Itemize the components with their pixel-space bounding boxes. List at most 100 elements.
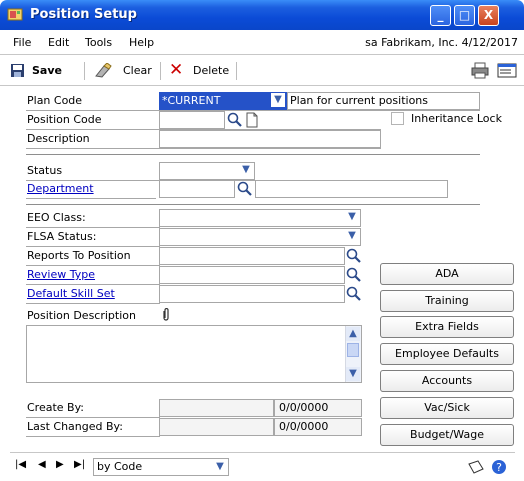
toolbar-separator [84, 62, 85, 80]
note-icon[interactable] [467, 459, 485, 475]
close-button[interactable]: X [478, 5, 499, 26]
help-icon[interactable]: ? [491, 459, 507, 475]
position-code-input[interactable] [159, 111, 225, 129]
close-icon: X [483, 8, 494, 22]
create-date-value: 0/0/0000 [279, 401, 329, 414]
accounts-button[interactable]: Accounts [380, 370, 514, 392]
create-by-field [159, 399, 274, 417]
default-skill-set-link[interactable]: Default Skill Set [27, 285, 115, 303]
plan-code-value: *CURRENT [162, 94, 221, 107]
position-description-label: Position Description [27, 309, 136, 322]
plan-description-text: Plan for current positions [290, 94, 428, 107]
position-setup-window: Position Setup _ □ X File Edit Tools Hel… [0, 0, 524, 481]
sort-order-dropdown[interactable]: by Code [93, 458, 229, 476]
flsa-status-label: FLSA Status: [27, 230, 97, 243]
plan-code-dropdown-arrow-icon[interactable]: ▼ [271, 93, 285, 107]
review-type-input[interactable] [159, 266, 345, 284]
ada-button[interactable]: ADA [380, 263, 514, 285]
sort-order-dropdown-arrow-icon[interactable]: ▼ [213, 460, 227, 474]
svg-text:?: ? [496, 461, 502, 474]
flsa-status-dropdown-arrow-icon[interactable]: ▼ [345, 229, 359, 243]
last-changed-by-field [159, 418, 274, 436]
last-record-icon[interactable]: ▶| [74, 459, 85, 470]
budget-wage-button[interactable]: Budget/Wage [380, 424, 514, 446]
delete-icon[interactable]: ✕ [169, 60, 183, 80]
toolbar-separator [236, 62, 237, 80]
print-icon[interactable] [471, 62, 489, 79]
attachment-paperclip-icon[interactable] [161, 308, 171, 322]
position-code-label: Position Code [27, 113, 102, 126]
position-description-textarea[interactable] [26, 325, 362, 383]
menu-edit[interactable]: Edit [48, 36, 69, 49]
divider [26, 436, 160, 437]
sort-order-value: by Code [97, 460, 143, 473]
reports-to-position-label: Reports To Position [27, 249, 131, 262]
first-record-icon[interactable]: |◀ [15, 459, 26, 470]
maximize-icon: □ [458, 8, 471, 22]
section-divider [26, 154, 480, 155]
divider [26, 198, 156, 199]
plan-description-field: Plan for current positions [287, 92, 480, 110]
review-type-lookup-icon[interactable] [346, 267, 362, 283]
status-dropdown-arrow-icon[interactable]: ▼ [239, 163, 253, 177]
menu-file[interactable]: File [13, 36, 31, 49]
next-record-icon[interactable]: ▶ [56, 459, 64, 470]
position-code-lookup-icon[interactable] [227, 112, 243, 128]
toolbar-separator [160, 62, 161, 80]
window-layout-icon[interactable] [497, 63, 517, 78]
bottom-divider [10, 452, 515, 453]
default-skill-set-input[interactable] [159, 285, 345, 303]
default-skill-set-lookup-icon[interactable] [346, 286, 362, 302]
department-input[interactable] [159, 180, 235, 198]
status-label: Status [27, 164, 63, 177]
title-bar: Position Setup _ □ X [0, 0, 524, 30]
extra-fields-button[interactable]: Extra Fields [380, 316, 514, 338]
divider [26, 303, 160, 304]
minimize-icon: _ [437, 8, 444, 22]
inheritance-lock-checkbox[interactable] [391, 112, 404, 125]
menu-help[interactable]: Help [129, 36, 154, 49]
eeo-class-dropdown[interactable] [159, 209, 361, 227]
flsa-status-dropdown[interactable] [159, 228, 361, 246]
plan-code-label: Plan Code [27, 94, 83, 107]
vac-sick-button[interactable]: Vac/Sick [380, 397, 514, 419]
save-button[interactable]: Save [32, 64, 62, 77]
divider [26, 148, 381, 149]
department-link[interactable]: Department [27, 180, 94, 198]
window-title: Position Setup [30, 7, 137, 22]
window-app-icon [7, 8, 23, 21]
description-label: Description [27, 132, 90, 145]
menu-tools[interactable]: Tools [85, 36, 112, 49]
description-input[interactable] [159, 130, 381, 148]
training-button[interactable]: Training [380, 290, 514, 312]
scroll-thumb[interactable] [347, 343, 359, 357]
create-by-label: Create By: [27, 401, 85, 414]
eeo-class-label: EEO Class: [27, 211, 86, 224]
previous-record-icon[interactable]: ◀ [38, 459, 46, 470]
user-company-date: sa Fabrikam, Inc. 4/12/2017 [365, 36, 518, 49]
scroll-up-arrow-icon[interactable]: ▲ [346, 327, 360, 341]
save-icon[interactable] [10, 63, 25, 78]
employee-defaults-button[interactable]: Employee Defaults [380, 343, 514, 365]
minimize-button[interactable]: _ [430, 5, 451, 26]
section-divider [26, 204, 480, 205]
reports-to-position-input[interactable] [159, 247, 345, 265]
maximize-button[interactable]: □ [454, 5, 475, 26]
create-date-field: 0/0/0000 [274, 399, 362, 417]
department-description-field [255, 180, 448, 198]
plan-code-dropdown[interactable]: *CURRENT [159, 92, 287, 110]
menu-bar: File Edit Tools Help sa Fabrikam, Inc. 4… [0, 30, 524, 55]
clear-button[interactable]: Clear [123, 64, 152, 77]
scroll-down-arrow-icon[interactable]: ▼ [346, 367, 360, 381]
reports-to-lookup-icon[interactable] [346, 248, 362, 264]
clear-icon[interactable] [94, 63, 112, 78]
toolbar: Save Clear ✕ Delete [0, 56, 524, 86]
review-type-link[interactable]: Review Type [27, 266, 95, 284]
department-lookup-icon[interactable] [237, 181, 253, 197]
eeo-class-dropdown-arrow-icon[interactable]: ▼ [345, 210, 359, 224]
position-code-note-icon[interactable] [244, 112, 260, 128]
delete-button[interactable]: Delete [193, 64, 229, 77]
record-navigation-bar: |◀ ◀ ▶ ▶| by Code ▼ ? [15, 457, 510, 477]
last-changed-by-label: Last Changed By: [27, 420, 123, 433]
inheritance-lock-label: Inheritance Lock [411, 112, 502, 125]
